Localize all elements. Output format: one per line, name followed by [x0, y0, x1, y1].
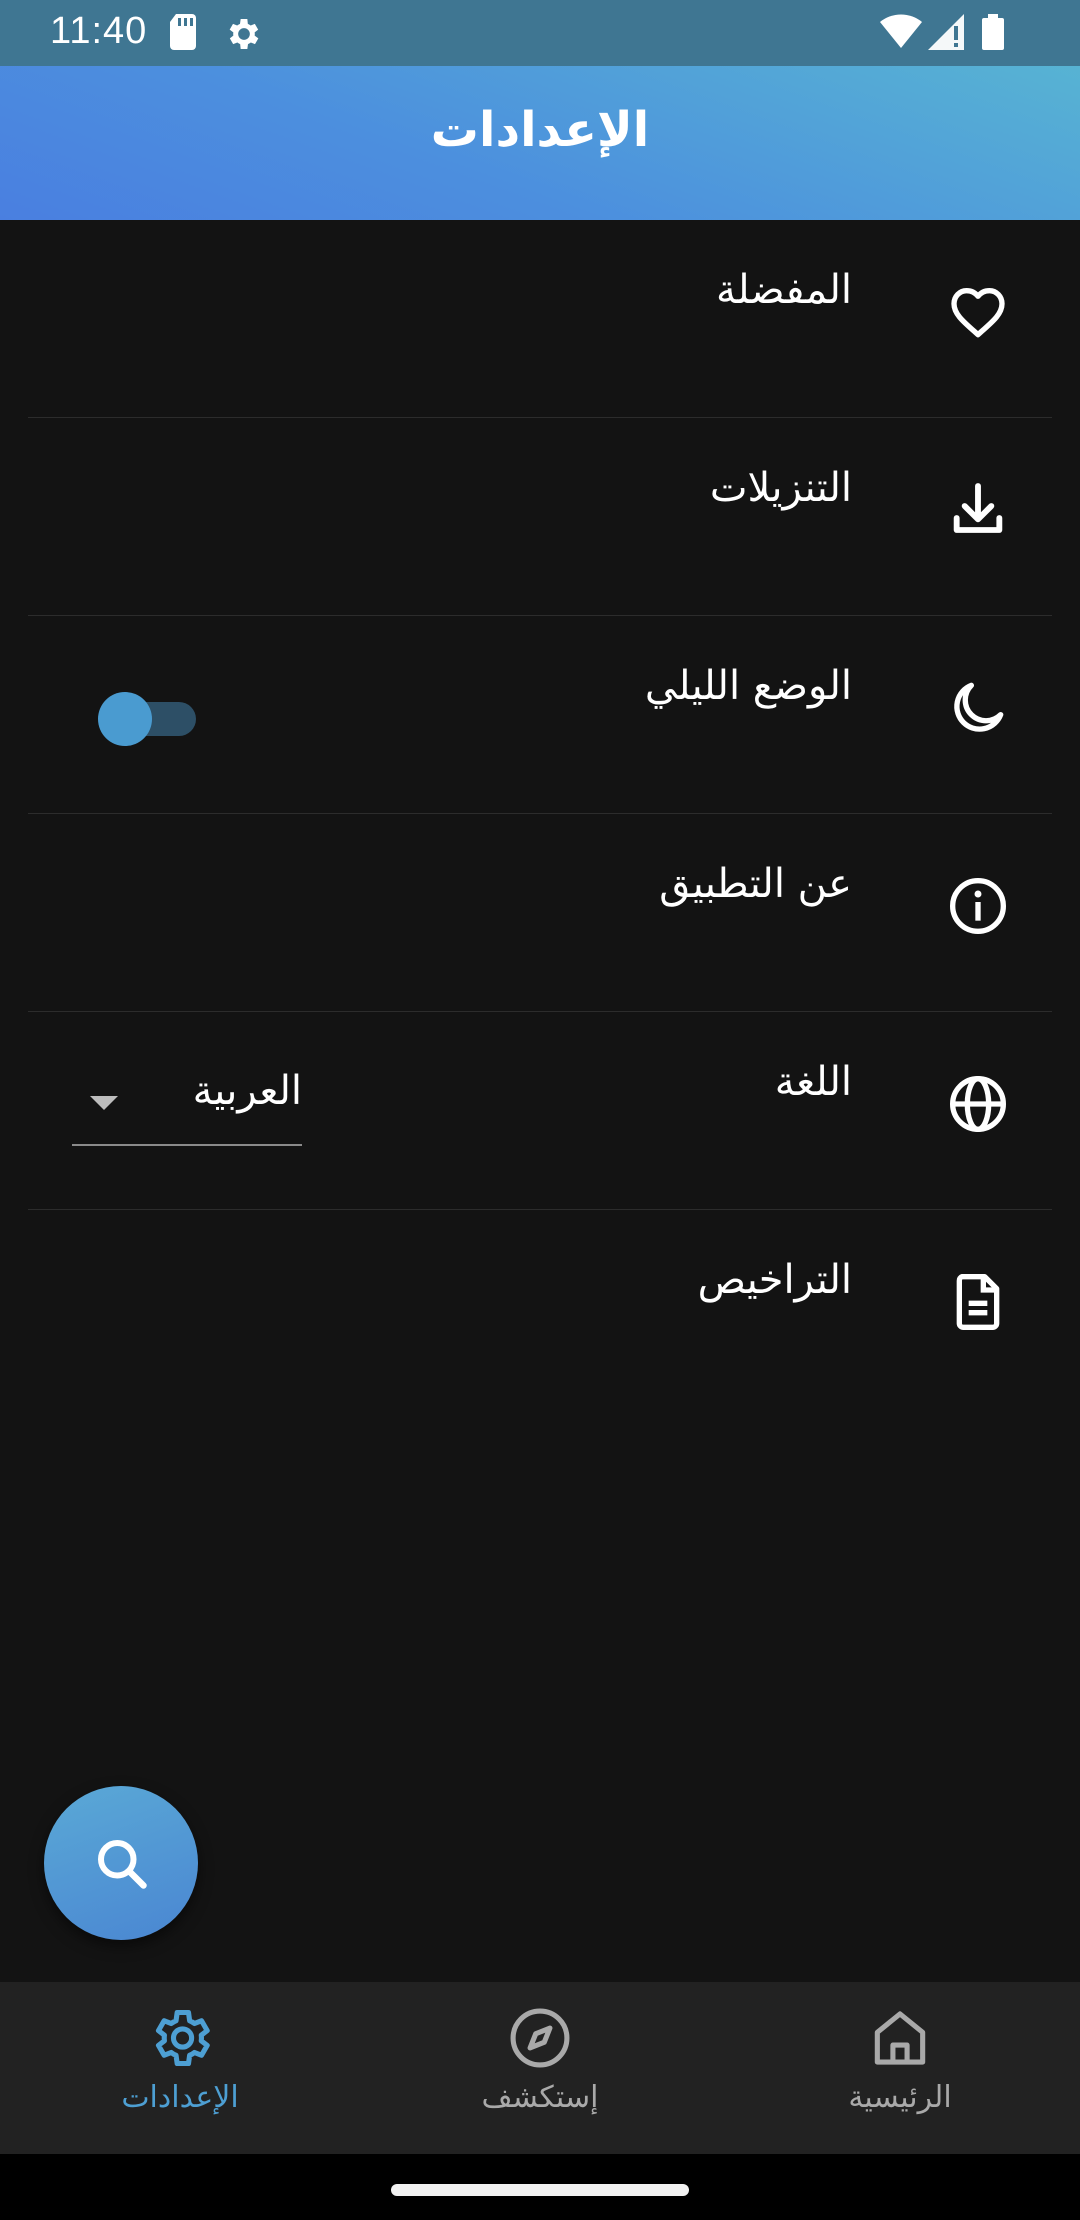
- battery-icon: [982, 14, 1004, 54]
- sd-card-icon: [170, 14, 198, 54]
- settings-item-downloads[interactable]: التنزيلات: [0, 418, 1080, 616]
- status-time: 11:40: [50, 10, 148, 52]
- heart-icon: [946, 280, 1010, 344]
- settings-item-night-mode: الوضع الليلي: [0, 616, 1080, 814]
- settings-item-label: التراخيص: [697, 1257, 852, 1303]
- settings-item-about[interactable]: عن التطبيق: [0, 814, 1080, 1012]
- nav-item-explore[interactable]: إستكشف: [360, 1982, 720, 2154]
- language-dropdown[interactable]: العربية: [72, 1056, 302, 1146]
- home-gesture-handle[interactable]: [391, 2184, 689, 2196]
- settings-item-label: المفضلة: [715, 267, 852, 313]
- night-mode-toggle[interactable]: [98, 690, 198, 746]
- settings-list: المفضلة التنزيلات الوضع الليلي عن التطبي…: [0, 220, 1080, 1408]
- nav-label: الرئيسية: [848, 2080, 952, 2115]
- info-icon: [946, 874, 1010, 938]
- nav-label: إستكشف: [481, 2080, 599, 2115]
- settings-item-label: اللغة: [774, 1059, 852, 1105]
- globe-icon: [946, 1072, 1010, 1136]
- bottom-navigation: الإعدادات إستكشف الرئيسية: [0, 1982, 1080, 2154]
- chevron-down-icon: [90, 1096, 118, 1110]
- nav-item-home[interactable]: الرئيسية: [720, 1982, 1080, 2154]
- wifi-icon: [880, 14, 922, 54]
- signal-icon: [928, 14, 964, 54]
- download-icon: [946, 478, 1010, 542]
- search-icon: [98, 1840, 147, 1889]
- nav-item-settings[interactable]: الإعدادات: [0, 1982, 360, 2154]
- settings-gear-icon: [224, 14, 264, 58]
- settings-icon: [155, 2009, 210, 2067]
- settings-item-label: عن التطبيق: [659, 861, 852, 907]
- dropdown-value: العربية: [192, 1068, 302, 1114]
- compass-icon: [510, 2008, 570, 2068]
- toggle-thumb: [98, 692, 152, 746]
- settings-item-label: التنزيلات: [709, 465, 852, 511]
- settings-item-licenses[interactable]: التراخيص: [0, 1210, 1080, 1408]
- status-bar: 11:40: [0, 0, 1080, 66]
- settings-item-favorites[interactable]: المفضلة: [0, 220, 1080, 418]
- page-title: الإعدادات: [430, 102, 650, 158]
- settings-item-label: الوضع الليلي: [644, 663, 852, 709]
- app-bar: الإعدادات: [0, 66, 1080, 220]
- settings-item-language: اللغة العربية: [0, 1012, 1080, 1210]
- document-icon: [946, 1270, 1010, 1334]
- search-fab-button[interactable]: [44, 1786, 198, 1940]
- system-navigation-bar: [0, 2154, 1080, 2220]
- nav-label: الإعدادات: [121, 2080, 239, 2115]
- home-icon: [874, 2011, 926, 2065]
- moon-icon: [946, 676, 1010, 740]
